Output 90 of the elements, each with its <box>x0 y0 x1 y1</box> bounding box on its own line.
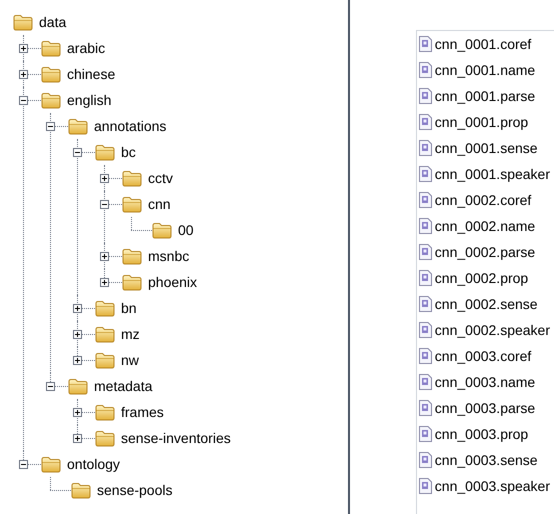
expand-toggle[interactable] <box>73 356 82 364</box>
folder-icon <box>122 170 142 186</box>
folder-icon <box>13 14 33 30</box>
document-icon <box>418 36 432 52</box>
folder-icon <box>41 66 61 82</box>
expand-toggle[interactable] <box>100 252 109 260</box>
folder-label[interactable]: nw <box>121 350 139 370</box>
expand-toggle[interactable] <box>19 96 28 104</box>
document-icon <box>418 218 432 234</box>
folder-icon <box>95 352 115 368</box>
file-name[interactable]: cnn_0003.speaker <box>434 476 550 496</box>
folder-icon <box>95 404 115 420</box>
file-name[interactable]: cnn_0003.name <box>434 372 536 392</box>
folder-label[interactable]: annotations <box>94 116 166 136</box>
expand-toggle[interactable] <box>73 330 82 338</box>
folder-icon <box>152 222 172 238</box>
file-name[interactable]: cnn_0002.parse <box>434 242 536 262</box>
file-name[interactable]: cnn_0002.coref <box>434 190 532 210</box>
document-icon <box>418 296 432 312</box>
file-name[interactable]: cnn_0001.parse <box>434 86 536 106</box>
file-name[interactable]: cnn_0003.prop <box>434 424 528 444</box>
file-name[interactable]: cnn_0002.sense <box>434 294 538 314</box>
file-name[interactable]: cnn_0003.coref <box>434 346 532 366</box>
file-name[interactable]: cnn_0002.name <box>434 216 536 236</box>
file-name[interactable]: cnn_0001.prop <box>434 112 528 132</box>
expand-toggle[interactable] <box>100 278 109 286</box>
file-name[interactable]: cnn_0001.sense <box>434 138 538 158</box>
file-name[interactable]: cnn_0001.name <box>434 60 536 80</box>
folder-icon <box>122 248 142 264</box>
folder-icon <box>95 300 115 316</box>
folder-icon <box>41 456 61 472</box>
expand-toggle[interactable] <box>73 148 82 156</box>
document-icon <box>418 114 432 130</box>
document-icon <box>418 374 432 390</box>
document-icon <box>418 166 432 182</box>
folder-icon <box>95 144 115 160</box>
document-icon <box>418 62 432 78</box>
document-icon <box>418 478 432 494</box>
folder-label[interactable]: english <box>67 90 112 110</box>
document-icon <box>418 270 432 286</box>
expand-toggle[interactable] <box>73 434 82 442</box>
folder-icon <box>122 274 142 290</box>
file-name[interactable]: cnn_0002.speaker <box>434 320 550 340</box>
folder-label[interactable]: sense-pools <box>97 480 172 500</box>
file-name[interactable]: cnn_0001.coref <box>434 34 532 54</box>
folder-label[interactable]: 00 <box>178 220 194 240</box>
folder-label[interactable]: mz <box>121 324 140 344</box>
expand-toggle[interactable] <box>19 70 28 78</box>
folder-label[interactable]: sense-inventories <box>121 428 231 448</box>
document-icon <box>418 88 432 104</box>
folder-label[interactable]: cnn <box>148 194 171 214</box>
document-icon <box>418 192 432 208</box>
file-name[interactable]: cnn_0003.parse <box>434 398 536 418</box>
folder-label[interactable]: phoenix <box>148 272 198 292</box>
expand-toggle[interactable] <box>100 200 109 208</box>
expand-toggle[interactable] <box>73 304 82 312</box>
file-name[interactable]: cnn_0002.prop <box>434 268 528 288</box>
folder-icon <box>41 40 61 56</box>
folder-label[interactable]: metadata <box>94 376 152 396</box>
document-icon <box>418 452 432 468</box>
folder-icon <box>95 326 115 342</box>
file-name[interactable]: cnn_0001.speaker <box>434 164 550 184</box>
folder-icon <box>41 92 61 108</box>
folder-icon <box>95 430 115 446</box>
expand-toggle[interactable] <box>19 460 28 468</box>
folder-label[interactable]: frames <box>121 402 164 422</box>
folder-icon <box>71 482 91 498</box>
folder-label[interactable]: data <box>39 12 66 32</box>
folder-label[interactable]: bc <box>121 142 136 162</box>
expand-toggle[interactable] <box>19 44 28 52</box>
file-name[interactable]: cnn_0003.sense <box>434 450 538 470</box>
folder-label[interactable]: chinese <box>67 64 116 84</box>
folder-label[interactable]: ontology <box>67 454 120 474</box>
folder-label[interactable]: msnbc <box>148 246 190 266</box>
folder-label[interactable]: bn <box>121 298 137 318</box>
folder-icon <box>68 118 88 134</box>
document-icon <box>418 244 432 260</box>
folder-icon <box>68 378 88 394</box>
document-icon <box>418 426 432 442</box>
folder-icon <box>122 196 142 212</box>
document-icon <box>418 348 432 364</box>
folder-label[interactable]: arabic <box>67 38 106 58</box>
expand-toggle[interactable] <box>100 174 109 182</box>
document-icon <box>418 322 432 338</box>
folder-label[interactable]: cctv <box>148 168 173 188</box>
document-icon <box>418 140 432 156</box>
expand-toggle[interactable] <box>46 122 55 130</box>
expand-toggle[interactable] <box>73 408 82 416</box>
document-icon <box>418 400 432 416</box>
expand-toggle[interactable] <box>46 382 55 390</box>
